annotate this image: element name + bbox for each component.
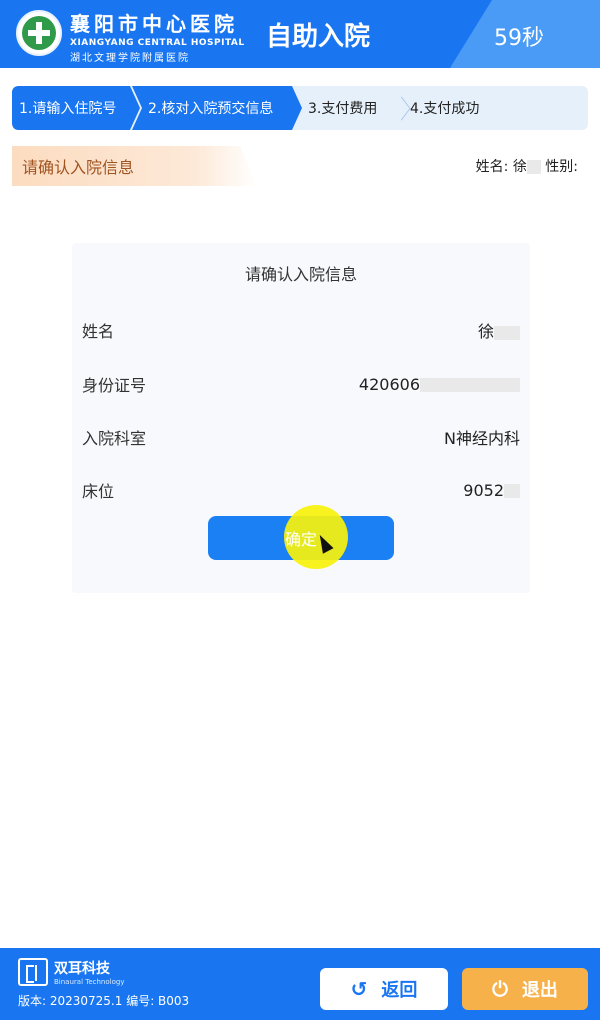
undo-arrow-icon: ↺ — [350, 977, 368, 1001]
hospital-name-en: XIANGYANG CENTRAL HOSPITAL — [70, 38, 245, 48]
confirm-button-label: 确定 — [284, 530, 317, 549]
hospital-name: 襄阳市中心医院 XIANGYANG CENTRAL HOSPITAL 湖北文理学… — [70, 8, 245, 64]
vendor-name-en: Binaural Technology — [54, 978, 125, 986]
step-3-label: 3.支付费用 — [308, 101, 378, 117]
patient-name-label: 姓名: 徐 — [475, 159, 527, 175]
step-1-label: 1.请输入住院号 — [19, 101, 117, 117]
info-row-id-number: 身份证号 420606 — [82, 369, 520, 399]
info-row-department: 入院科室 N神经内科 — [82, 422, 520, 452]
back-button-label: 返回 — [381, 980, 418, 1001]
hospital-name-cn: 襄阳市中心医院 — [70, 12, 238, 36]
row-label: 身份证号 — [82, 376, 147, 395]
section-title: 请确认入院信息 — [22, 158, 135, 177]
step-1: 1.请输入住院号 — [12, 86, 140, 130]
vendor-brand: 双耳科技 Binaural Technology — [18, 958, 124, 986]
vendor-name-cn: 双耳科技 — [54, 961, 110, 977]
row-label: 入院科室 — [82, 429, 147, 448]
version-info: 版本: 20230725.1 编号: B003 — [18, 994, 190, 1008]
page-title: 自助入院 — [266, 22, 371, 52]
step-separator-icon — [398, 86, 410, 130]
row-value: 420606 — [359, 375, 520, 394]
step-2: 2.核对入院预交信息 — [132, 86, 302, 130]
power-icon: ⏻ — [492, 977, 508, 1001]
hospital-affiliation: 湖北文理学院附属医院 — [70, 53, 190, 64]
exit-button-label: 退出 — [521, 980, 558, 1001]
section-heading: 请确认入院信息 — [12, 146, 257, 186]
row-label: 姓名 — [82, 322, 115, 341]
admission-info-card: 请确认入院信息 姓名 徐 身份证号 420606 入院科室 N神经内科 床位 9… — [72, 243, 530, 593]
info-row-name: 姓名 徐 — [82, 315, 520, 345]
row-value: 9052 — [463, 481, 520, 500]
step-3: 3.支付费用 — [308, 86, 403, 130]
hospital-logo — [16, 10, 62, 56]
card-title: 请确认入院信息 — [244, 265, 357, 284]
redaction-mask — [526, 160, 541, 174]
step-4: 4.支付成功 — [410, 86, 530, 130]
patient-gender-label: 性别: — [545, 159, 578, 175]
info-row-bed: 床位 9052 — [82, 475, 520, 505]
back-button[interactable]: ↺ 返回 — [320, 968, 448, 1010]
countdown-timer: 59秒 — [494, 26, 544, 51]
step-2-label: 2.核对入院预交信息 — [148, 101, 274, 117]
patient-summary: 姓名: 徐 性别: — [476, 156, 578, 176]
row-value: 徐 — [478, 318, 520, 342]
row-label: 床位 — [82, 482, 115, 501]
header-bar: 襄阳市中心医院 XIANGYANG CENTRAL HOSPITAL 湖北文理学… — [0, 0, 600, 68]
exit-button[interactable]: ⏻ 退出 — [462, 968, 588, 1010]
step-4-label: 4.支付成功 — [410, 101, 480, 117]
redaction-mask — [420, 378, 520, 392]
redaction-mask — [504, 484, 520, 498]
vendor-logo-icon — [18, 958, 48, 986]
step-progress: 1.请输入住院号 2.核对入院预交信息 3.支付费用 4.支付成功 — [12, 86, 588, 130]
redaction-mask — [494, 325, 520, 340]
row-value: N神经内科 — [444, 429, 520, 448]
